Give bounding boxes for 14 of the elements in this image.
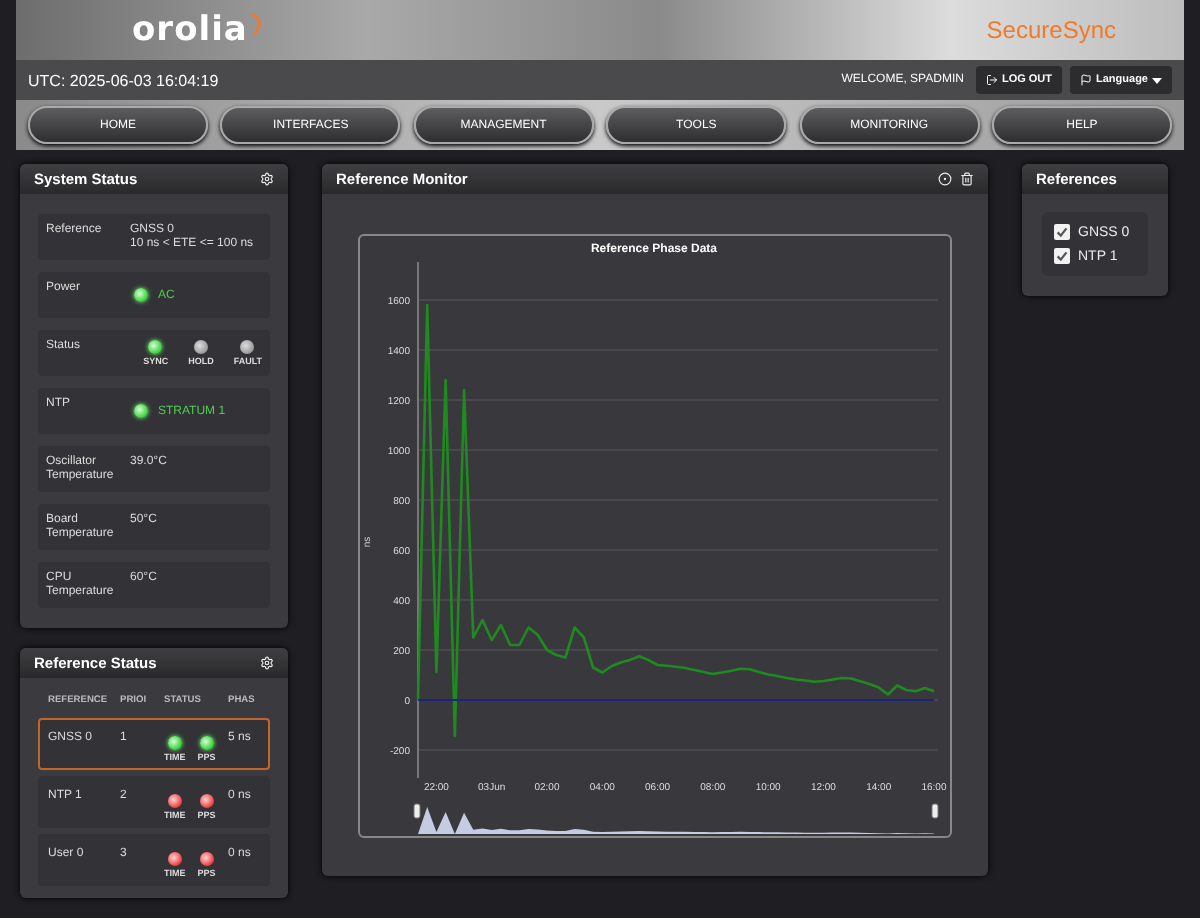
flag-icon — [1080, 74, 1093, 86]
circle-dot-icon[interactable] — [938, 172, 952, 186]
product-name: SecureSync — [986, 16, 1116, 44]
utc-clock: UTC: 2025-06-03 16:04:19 — [28, 71, 221, 89]
navigator-handle[interactable] — [413, 803, 421, 819]
logout-icon — [985, 74, 998, 86]
trash-icon[interactable] — [960, 172, 974, 186]
caret-icon — [1152, 77, 1162, 83]
logo: orolia — [132, 10, 248, 50]
checkbox[interactable] — [1054, 248, 1070, 264]
checkbox[interactable] — [1054, 224, 1070, 240]
settings-icon[interactable] — [260, 656, 274, 670]
navigator-handle[interactable] — [931, 803, 939, 819]
settings-icon[interactable] — [260, 172, 274, 186]
